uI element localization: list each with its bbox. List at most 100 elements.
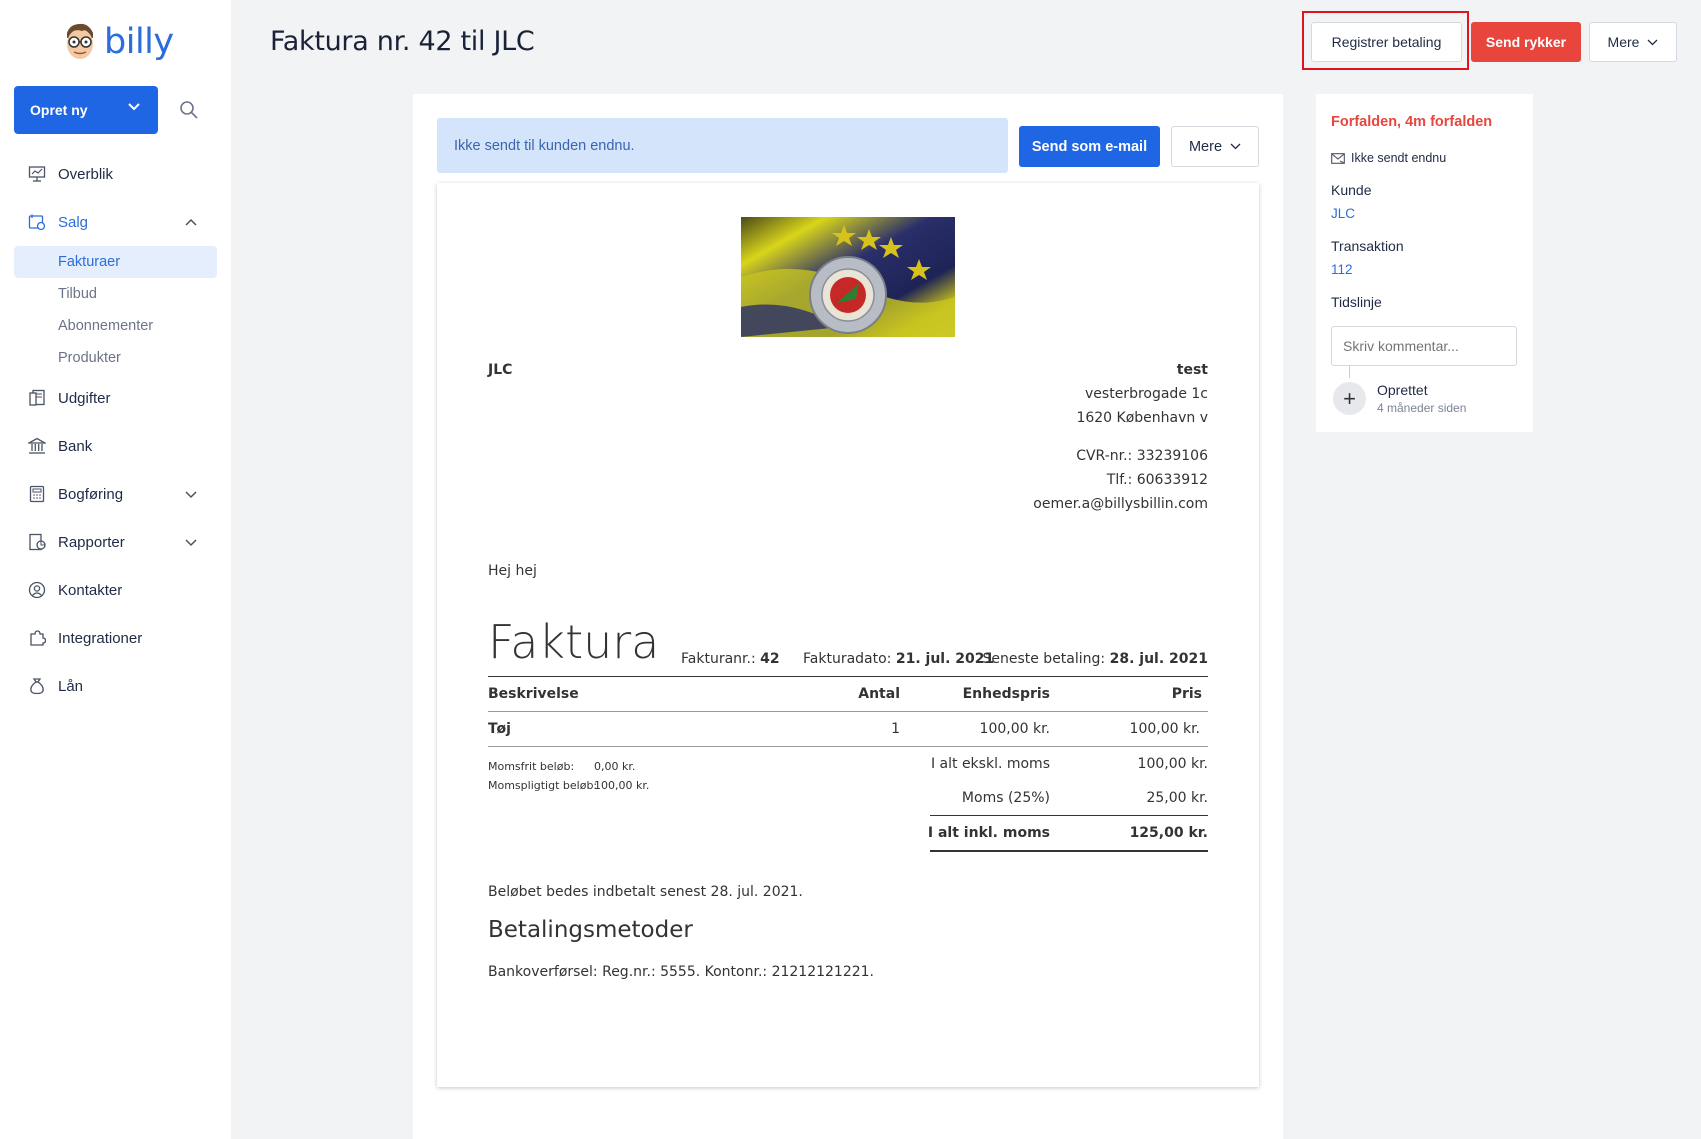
logo-text: billy bbox=[104, 22, 174, 62]
bank-icon bbox=[28, 437, 46, 454]
send-reminder-label: Send rykker bbox=[1485, 34, 1567, 50]
calculator-icon bbox=[29, 485, 45, 503]
sent-status-text: Ikke sendt endnu bbox=[1351, 151, 1447, 165]
invoice-more-button[interactable]: Mere bbox=[1171, 126, 1259, 167]
company-name: test bbox=[1176, 362, 1208, 378]
payment-note: Beløbet bedes indbetalt senest 28. jul. … bbox=[488, 884, 803, 900]
line-unit-price: 100,00 kr. bbox=[979, 721, 1050, 737]
timeline-connector bbox=[1349, 366, 1350, 378]
col-header-description: Beskrivelse bbox=[488, 686, 579, 702]
send-email-label: Send som e-mail bbox=[1031, 138, 1148, 155]
customer-link[interactable]: JLC bbox=[1331, 206, 1355, 221]
notice-text: Ikke sendt til kunden endnu. bbox=[454, 137, 635, 154]
total-bottom-rule bbox=[930, 850, 1208, 852]
invoice-date-value: 21. jul. 2021 bbox=[895, 651, 995, 667]
sidebar-item-overblik[interactable]: Overblik bbox=[0, 150, 231, 198]
sidebar-nav: Overblik Salg Fakturaer Tilbud Abonnemen… bbox=[0, 150, 231, 710]
row-rule bbox=[488, 746, 1208, 747]
billy-logo[interactable]: billy bbox=[62, 22, 174, 62]
sidebar-item-label: Kontakter bbox=[58, 581, 123, 599]
sidebar-item-label: Salg bbox=[58, 213, 89, 231]
sidebar-item-label: Lån bbox=[58, 677, 84, 695]
customer-name: JLC bbox=[488, 362, 513, 378]
table-top-rule bbox=[488, 676, 1208, 677]
timeline-label: Tidslinje bbox=[1331, 294, 1382, 310]
line-quantity: 1 bbox=[891, 721, 900, 737]
sidebar-item-kontakter[interactable]: Kontakter bbox=[0, 566, 231, 614]
sales-icon bbox=[28, 214, 46, 231]
header-rule bbox=[488, 711, 1208, 712]
header-more-button[interactable]: Mere bbox=[1589, 22, 1677, 62]
chevron-down-icon bbox=[128, 103, 140, 111]
search-icon[interactable] bbox=[179, 100, 199, 120]
not-sent-notice: Ikke sendt til kunden endnu. bbox=[437, 118, 1008, 173]
reports-icon bbox=[29, 533, 46, 551]
invoice-due: Seneste betaling: 28. jul. 2021 bbox=[982, 651, 1208, 667]
vat-free-label: Momsfrit beløb: bbox=[488, 760, 575, 773]
customer-label: Kunde bbox=[1331, 182, 1372, 198]
sidebar-subitem-abonnementer[interactable]: Abonnementer bbox=[14, 310, 217, 342]
send-email-button[interactable]: Send som e-mail bbox=[1019, 126, 1160, 167]
transaction-label: Transaktion bbox=[1331, 238, 1404, 254]
sidebar-item-label: Integrationer bbox=[58, 629, 143, 647]
company-logo-image bbox=[741, 217, 955, 337]
invoice-date: Fakturadato: 21. jul. 2021 bbox=[803, 651, 994, 667]
bank-transfer-info: Bankoverførsel: Reg.nr.: 5555. Kontonr.:… bbox=[488, 964, 875, 980]
contacts-icon bbox=[28, 581, 46, 599]
puzzle-icon bbox=[30, 630, 46, 646]
timeline-event-time: 4 måneder siden bbox=[1377, 401, 1467, 415]
plus-icon: + bbox=[1333, 382, 1366, 415]
subtotal-label: I alt ekskl. moms bbox=[930, 756, 1050, 772]
total-label: I alt inkl. moms bbox=[927, 825, 1050, 841]
sidebar-item-integrationer[interactable]: Integrationer bbox=[0, 614, 231, 662]
chevron-up-icon bbox=[185, 218, 197, 226]
sidebar-item-label: Bank bbox=[58, 437, 93, 455]
sidebar-item-udgifter[interactable]: Udgifter bbox=[0, 374, 231, 422]
timeline-event-title: Oprettet bbox=[1377, 382, 1428, 398]
sent-status: Ikke sendt endnu bbox=[1331, 151, 1446, 165]
envelope-icon bbox=[1331, 152, 1345, 164]
chevron-down-icon bbox=[1647, 39, 1658, 45]
invoice-greeting: Hej hej bbox=[488, 563, 537, 579]
company-phone: Tlf.: 60633912 bbox=[1106, 472, 1208, 488]
vat-liable-value: 100,00 kr. bbox=[594, 779, 650, 792]
create-new-button[interactable]: Opret ny bbox=[14, 86, 158, 134]
send-reminder-button[interactable]: Send rykker bbox=[1471, 22, 1581, 62]
sidebar-item-salg[interactable]: Salg bbox=[0, 198, 231, 246]
invoice-document: JLC test vesterbrogade 1c 1620 København… bbox=[437, 183, 1259, 1087]
create-new-label: Opret ny bbox=[30, 102, 88, 118]
sidebar-item-rapporter[interactable]: Rapporter bbox=[0, 518, 231, 566]
vat-liable-label: Momspligtigt beløb: bbox=[488, 779, 598, 792]
col-header-quantity: Antal bbox=[858, 686, 900, 702]
invoice-number-value: 42 bbox=[760, 651, 780, 667]
sidebar-subitem-produkter[interactable]: Produkter bbox=[14, 342, 217, 374]
sidebar-item-label: Rapporter bbox=[58, 533, 125, 551]
transaction-link[interactable]: 112 bbox=[1331, 262, 1353, 277]
company-address-2: 1620 København v bbox=[1076, 410, 1208, 426]
register-payment-button[interactable]: Registrer betaling bbox=[1311, 22, 1462, 62]
subtotal-value: 100,00 kr. bbox=[1137, 756, 1208, 772]
sidebar-item-lan[interactable]: Lån bbox=[0, 662, 231, 710]
company-cvr: CVR-nr.: 33239106 bbox=[1076, 448, 1208, 464]
invoice-more-label: Mere bbox=[1188, 138, 1223, 155]
vat-value: 25,00 kr. bbox=[1146, 790, 1208, 806]
total-top-rule bbox=[930, 815, 1208, 816]
dashboard-icon bbox=[28, 166, 46, 182]
vat-free-value: 0,00 kr. bbox=[594, 760, 636, 773]
chevron-down-icon bbox=[185, 539, 197, 547]
sidebar-subitem-fakturaer[interactable]: Fakturaer bbox=[14, 246, 217, 278]
sidebar-item-label: Overblik bbox=[58, 165, 114, 183]
invoice-status-panel: Forfalden, 4m forfalden Ikke sendt endnu… bbox=[1316, 94, 1533, 432]
header-more-label: Mere bbox=[1607, 34, 1640, 50]
sidebar-item-bank[interactable]: Bank bbox=[0, 422, 231, 470]
sidebar-item-bogforing[interactable]: Bogføring bbox=[0, 470, 231, 518]
chevron-down-icon bbox=[1230, 143, 1241, 150]
expenses-icon bbox=[29, 389, 45, 406]
logo-face-icon bbox=[67, 23, 93, 59]
comment-input[interactable] bbox=[1331, 326, 1517, 366]
invoice-due-value: 28. jul. 2021 bbox=[1109, 651, 1208, 667]
col-header-price: Pris bbox=[1171, 686, 1202, 702]
sidebar-subitem-tilbud[interactable]: Tilbud bbox=[14, 278, 217, 310]
invoice-number-label: Fakturanr.: bbox=[681, 651, 756, 667]
line-description: Tøj bbox=[488, 721, 511, 737]
